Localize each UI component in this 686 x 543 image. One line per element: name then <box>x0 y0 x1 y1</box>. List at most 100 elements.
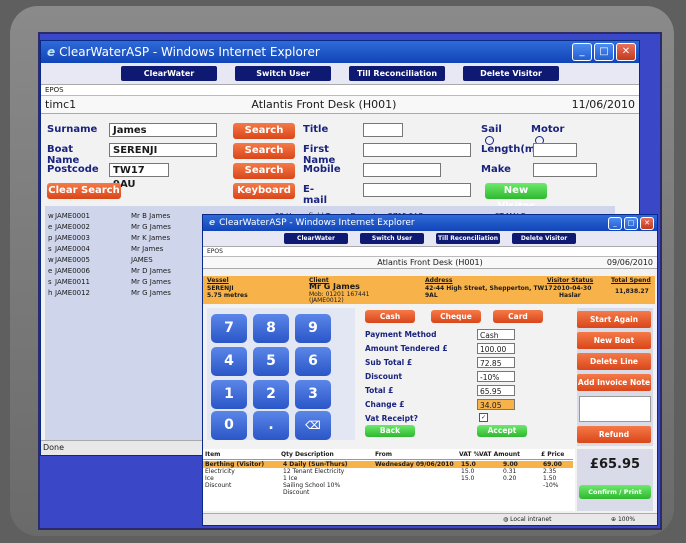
postcode-input[interactable]: TW17 9AU <box>109 163 169 190</box>
key-7[interactable]: 7 <box>211 314 247 343</box>
back-nav: ClearWater Switch User Till Reconciliati… <box>41 63 639 85</box>
accept-button[interactable]: Accept <box>477 425 527 437</box>
key-3[interactable]: 3 <box>295 380 331 409</box>
payment-method-value[interactable]: Cash <box>477 329 515 340</box>
email-input[interactable] <box>363 183 471 197</box>
firstname-input[interactable] <box>363 143 471 157</box>
vat-receipt-checkbox[interactable]: ✓ <box>479 413 488 422</box>
cheque-button[interactable]: Cheque <box>431 310 481 323</box>
new-boat-button[interactable]: New Boat <box>577 332 651 349</box>
nav-switch-user[interactable]: Switch User <box>360 233 424 244</box>
invoice-item: Discount <box>205 482 232 489</box>
invoice-row[interactable]: Ice 1 Ice 15.0 0.20 1.50 <box>203 475 573 482</box>
keyboard-button[interactable]: Keyboard <box>233 183 295 199</box>
invoice-vat-pct: 15.0 <box>461 461 476 468</box>
invoice-price: -10% <box>543 482 559 489</box>
result-name: JAMES <box>131 256 153 264</box>
nav-clearwater[interactable]: ClearWater <box>121 66 217 81</box>
nav-clearwater[interactable]: ClearWater <box>284 233 348 244</box>
mobile-input[interactable] <box>363 163 441 177</box>
invoice-row[interactable]: Berthing (Visitor) 4 Daily (Sun-Thurs) Wed… <box>203 461 573 468</box>
invoice-row[interactable]: Electricity 12 Tenant Electricity 15.0 0.31… <box>203 468 573 475</box>
zoom-control[interactable]: ⊕ 100% <box>611 514 635 525</box>
key-4[interactable]: 4 <box>211 347 247 376</box>
maximize-button[interactable]: □ <box>594 43 614 61</box>
key-9[interactable]: 9 <box>295 314 331 343</box>
keypad: 7 8 9 4 5 6 1 2 3 0 . ⌫ <box>207 308 355 440</box>
result-name: Mr B James <box>131 212 171 220</box>
key-decimal[interactable]: . <box>253 411 289 440</box>
close-button[interactable]: ✕ <box>640 216 654 230</box>
result-flag: s <box>48 278 52 286</box>
search-surname-button[interactable]: Search <box>233 123 295 139</box>
invoice-qty-desc: 1 Ice <box>283 475 298 482</box>
result-code: JAME0011 <box>55 278 91 286</box>
surname-input[interactable]: James <box>109 123 217 137</box>
col-from: From <box>375 451 393 458</box>
search-postcode-button[interactable]: Search <box>233 163 295 179</box>
delete-line-button[interactable]: Delete Line <box>577 353 651 370</box>
invoice-qty-desc: Sailing School 10% <box>283 482 341 489</box>
sail-label[interactable]: Sail <box>481 124 502 146</box>
user-name: timc1 <box>45 98 77 111</box>
minimize-button[interactable]: _ <box>572 43 592 61</box>
back-titlebar: e ClearWaterASP - Windows Internet Explo… <box>41 41 639 63</box>
key-1[interactable]: 1 <box>211 380 247 409</box>
search-boatname-button[interactable]: Search <box>233 143 295 159</box>
nav-till-reconciliation[interactable]: Till Reconciliation <box>349 66 445 81</box>
add-invoice-note-button[interactable]: Add Invoice Note <box>577 374 651 391</box>
key-0[interactable]: 0 <box>211 411 247 440</box>
nav-delete-visitor[interactable]: Delete Visitor <box>463 66 559 81</box>
new-visitor-button[interactable]: New Visitor <box>485 183 547 212</box>
totals-panel: £65.95 Confirm / Print <box>577 449 653 511</box>
result-code: JAME0012 <box>55 289 91 297</box>
key-6[interactable]: 6 <box>295 347 331 376</box>
card-button[interactable]: Card <box>493 310 543 323</box>
nav-till-reconciliation[interactable]: Till Reconciliation <box>436 233 500 244</box>
subtotal-value: 72.85 <box>477 357 515 368</box>
client-name: Mr G James <box>309 282 360 291</box>
zoom-icon: ⊕ <box>611 516 617 523</box>
back-window-title: ClearWaterASP - Windows Internet Explore… <box>59 45 320 59</box>
back-button[interactable]: Back <box>365 425 415 437</box>
clear-search-button[interactable]: Clear Search <box>47 183 121 199</box>
change-value: 34.05 <box>477 399 515 410</box>
invoice-note-textarea[interactable] <box>579 396 651 422</box>
refund-button[interactable]: Refund <box>577 426 651 443</box>
key-8[interactable]: 8 <box>253 314 289 343</box>
length-label: Length(m) <box>481 144 540 155</box>
start-again-button[interactable]: Start Again <box>577 311 651 328</box>
col-price: £ Price <box>541 451 565 458</box>
result-flag: s <box>48 245 52 253</box>
result-name: Mr D James <box>131 267 171 275</box>
result-flag: w <box>48 212 54 220</box>
amount-tendered-input[interactable]: 100.00 <box>477 343 515 354</box>
close-button[interactable]: ✕ <box>616 43 636 61</box>
make-input[interactable] <box>533 163 597 177</box>
key-5[interactable]: 5 <box>253 347 289 376</box>
col-vat-amt: VAT Amount <box>479 451 521 458</box>
key-2[interactable]: 2 <box>253 380 289 409</box>
length-input[interactable] <box>533 143 577 157</box>
result-name: Mr G James <box>131 289 171 297</box>
total-spend-header: Total Spend <box>611 277 651 284</box>
invoice-row[interactable]: Discount Sailing School 10% -10% <box>203 482 573 489</box>
cash-button[interactable]: Cash <box>365 310 415 323</box>
motor-text: Motor <box>531 124 565 135</box>
nav-switch-user[interactable]: Switch User <box>235 66 331 81</box>
globe-icon: ◍ <box>503 516 509 523</box>
invoice-note-row: Discount <box>203 489 573 496</box>
invoice-header-row: Item Qty Description From VAT % VAT Amou… <box>203 451 573 460</box>
backspace-key[interactable]: ⌫ <box>295 411 331 440</box>
client-address-line2: 9AL <box>425 292 438 299</box>
boatname-input[interactable]: SERENJI <box>109 143 217 157</box>
result-flag: e <box>48 223 53 231</box>
subtotal-label: Sub Total £ <box>365 358 413 367</box>
location-name: Atlantis Front Desk (H001) <box>251 98 397 111</box>
result-code: JAME0003 <box>55 234 91 242</box>
confirm-print-button[interactable]: Confirm / Print <box>579 485 651 499</box>
maximize-button[interactable]: □ <box>624 216 638 230</box>
title-input[interactable] <box>363 123 403 137</box>
minimize-button[interactable]: _ <box>608 216 622 230</box>
nav-delete-visitor[interactable]: Delete Visitor <box>512 233 576 244</box>
